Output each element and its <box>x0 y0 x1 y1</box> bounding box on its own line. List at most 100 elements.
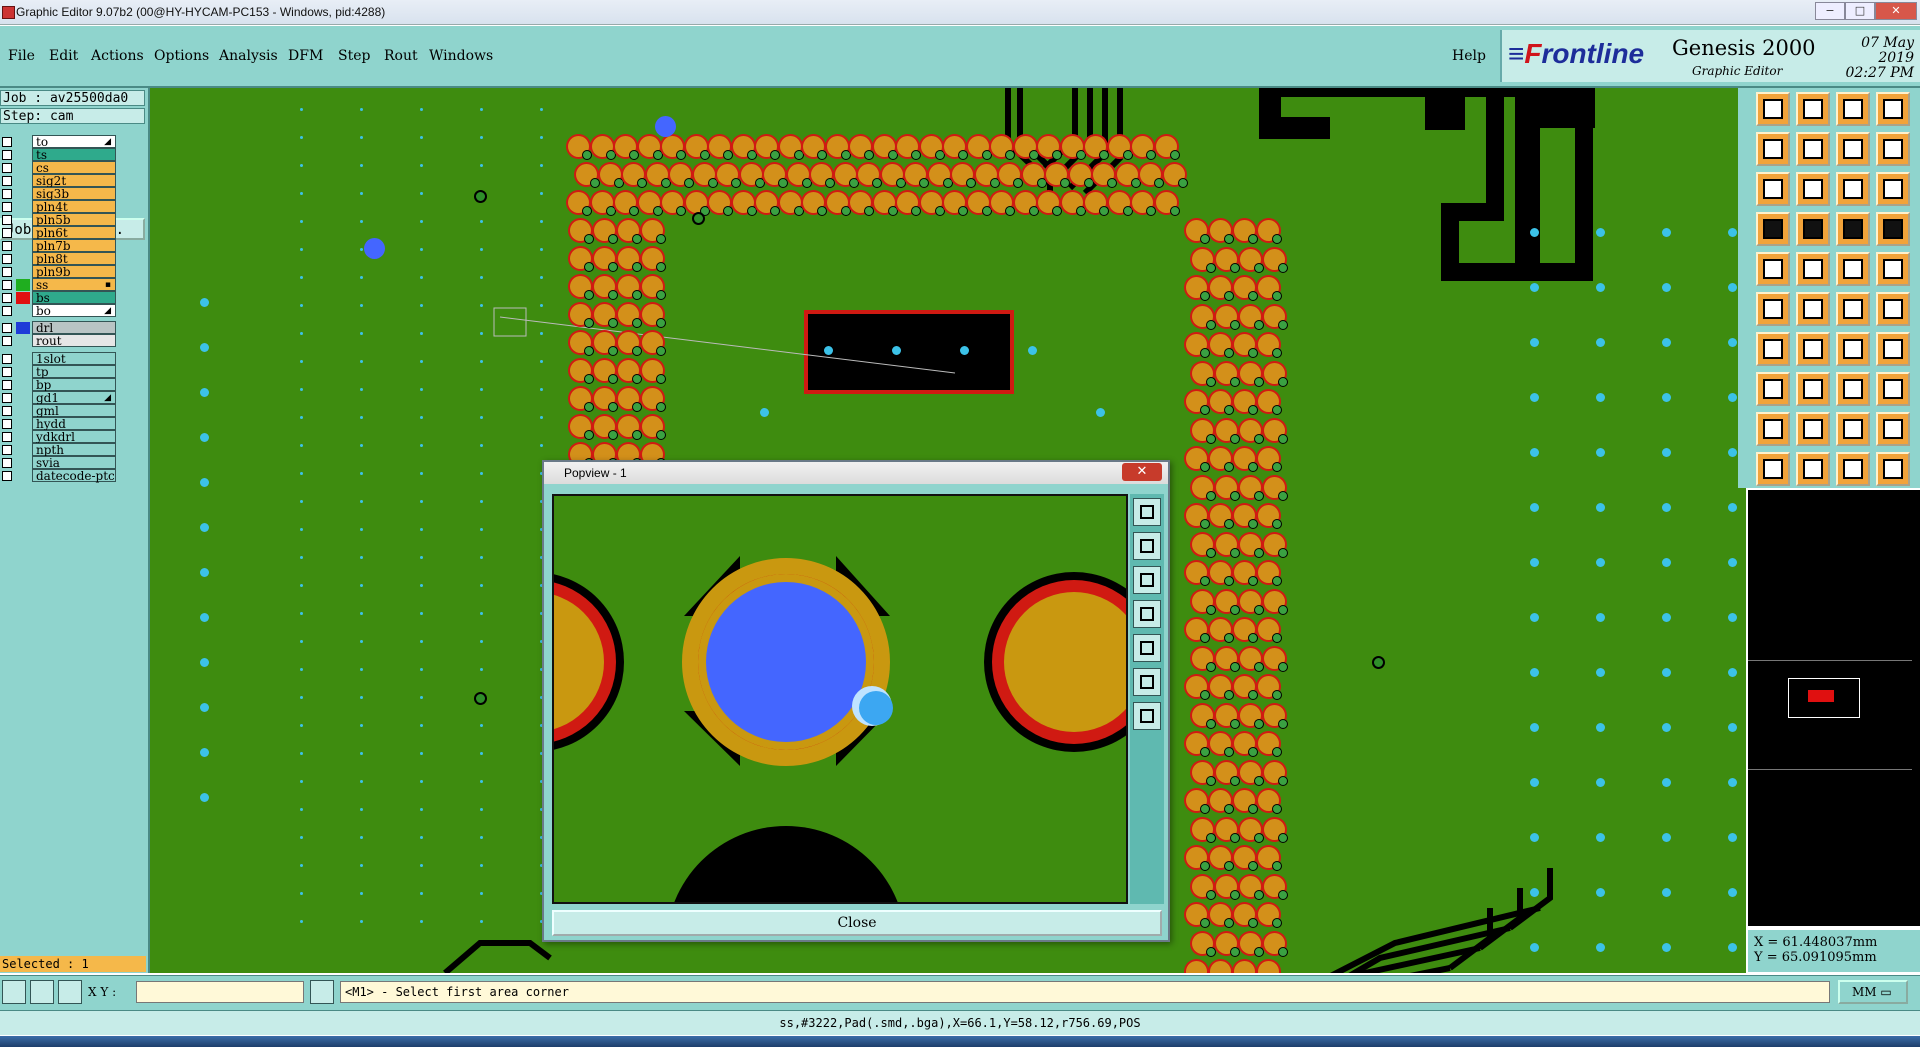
layer-name[interactable]: pln9b <box>32 265 116 278</box>
layer-name[interactable]: to ◢ <box>32 135 116 148</box>
tool-button[interactable] <box>1876 372 1910 406</box>
layer-row-pln9b[interactable]: pln9b <box>0 265 118 279</box>
layer-row-hydd[interactable]: hydd <box>0 417 118 431</box>
layer-name[interactable]: drl <box>32 321 116 334</box>
layer-checkbox[interactable] <box>2 163 12 173</box>
layer-row-bs[interactable]: bs <box>0 291 118 305</box>
layer-checkbox[interactable] <box>2 241 12 251</box>
layer-name[interactable]: bp <box>32 378 116 391</box>
tool-button[interactable] <box>1756 252 1790 286</box>
popview-close-icon[interactable]: ✕ <box>1122 463 1162 481</box>
cursor-icon[interactable] <box>310 980 334 1004</box>
tool-button[interactable] <box>1796 252 1830 286</box>
layer-checkbox[interactable] <box>2 228 12 238</box>
layer-row-bo[interactable]: bo ◢ <box>0 304 118 318</box>
tool-button[interactable] <box>1796 132 1830 166</box>
layer-row-to[interactable]: to ◢ <box>0 135 118 149</box>
layer-checkbox[interactable] <box>2 432 12 442</box>
menu-actions[interactable]: Actions <box>91 48 144 64</box>
tool-button[interactable] <box>1796 212 1830 246</box>
grid-icon[interactable] <box>58 980 82 1004</box>
layer-row-ts[interactable]: ts <box>0 148 118 162</box>
tool-button[interactable] <box>1836 292 1870 326</box>
layer-name[interactable]: sig3b <box>32 187 116 200</box>
layer-checkbox[interactable] <box>2 458 12 468</box>
tool-button[interactable] <box>1836 332 1870 366</box>
tool-button[interactable] <box>1876 172 1910 206</box>
minimize-button[interactable]: − <box>1815 2 1845 20</box>
layer-row-drl[interactable]: drl <box>0 321 118 335</box>
layer-checkbox[interactable] <box>2 293 12 303</box>
layer-name[interactable]: sig2t <box>32 174 116 187</box>
layer-name[interactable]: gml <box>32 404 116 417</box>
layer-row-gd1[interactable]: gd1 ◢ <box>0 391 118 405</box>
tool-button[interactable] <box>1796 92 1830 126</box>
zoom-out-icon[interactable] <box>1133 566 1161 594</box>
layer-checkbox[interactable] <box>2 137 12 147</box>
pan-right-icon[interactable] <box>1133 634 1161 662</box>
tool-button[interactable] <box>1796 372 1830 406</box>
layer-name[interactable]: cs <box>32 161 116 174</box>
unit-selector[interactable]: MM ▭ <box>1838 980 1908 1004</box>
layer-menu-icon[interactable]: ◢ <box>104 305 111 317</box>
measure-icon[interactable] <box>30 980 54 1004</box>
layer-row-bp[interactable]: bp <box>0 378 118 392</box>
layer-name[interactable]: hydd <box>32 417 116 430</box>
menu-help[interactable]: Help <box>1452 48 1486 64</box>
layer-checkbox[interactable] <box>2 419 12 429</box>
layer-name[interactable]: 1slot <box>32 352 116 365</box>
layer-checkbox[interactable] <box>2 267 12 277</box>
layer-row-sig3b[interactable]: sig3b <box>0 187 118 201</box>
tool-button[interactable] <box>1836 372 1870 406</box>
layer-checkbox[interactable] <box>2 176 12 186</box>
layer-checkbox[interactable] <box>2 336 12 346</box>
xy-input[interactable] <box>136 981 304 1003</box>
layer-checkbox[interactable] <box>2 367 12 377</box>
layer-checkbox[interactable] <box>2 445 12 455</box>
tool-button[interactable] <box>1836 412 1870 446</box>
zoom-home-icon[interactable] <box>1133 702 1161 730</box>
layer-name[interactable]: svia <box>32 456 116 469</box>
layer-row-rout[interactable]: rout <box>0 334 118 348</box>
menu-windows[interactable]: Windows <box>429 48 493 64</box>
layer-checkbox[interactable] <box>2 280 12 290</box>
layer-row-ydkdrl[interactable]: ydkdrl <box>0 430 118 444</box>
layer-name[interactable]: pln6t <box>32 226 116 239</box>
tool-button[interactable] <box>1756 292 1790 326</box>
tool-button[interactable] <box>1756 452 1790 486</box>
layer-checkbox[interactable] <box>2 215 12 225</box>
layer-checkbox[interactable] <box>2 150 12 160</box>
layer-row-pln4t[interactable]: pln4t <box>0 200 118 214</box>
layer-name[interactable]: bs <box>32 291 116 304</box>
layer-checkbox[interactable] <box>2 380 12 390</box>
layer-checkbox[interactable] <box>2 354 12 364</box>
layer-name[interactable]: ss ▪ <box>32 278 116 291</box>
menu-rout[interactable]: Rout <box>384 48 418 64</box>
tool-button[interactable] <box>1756 332 1790 366</box>
layer-row-datecode-ptc[interactable]: datecode-ptc <box>0 469 118 483</box>
tool-button[interactable] <box>1836 452 1870 486</box>
layer-checkbox[interactable] <box>2 323 12 333</box>
layer-name[interactable]: rout <box>32 334 116 347</box>
tool-button[interactable] <box>1836 92 1870 126</box>
tool-button[interactable] <box>1876 292 1910 326</box>
zoom-fit-icon[interactable] <box>1133 498 1161 526</box>
tool-button[interactable] <box>1836 172 1870 206</box>
layer-menu-icon[interactable]: ▪ <box>105 279 111 291</box>
tool-button[interactable] <box>1876 412 1910 446</box>
tool-button[interactable] <box>1836 252 1870 286</box>
pan-left-icon[interactable] <box>1133 600 1161 628</box>
layer-checkbox[interactable] <box>2 254 12 264</box>
layer-name[interactable]: pln7b <box>32 239 116 252</box>
tool-button[interactable] <box>1796 412 1830 446</box>
layer-row-pln7b[interactable]: pln7b <box>0 239 118 253</box>
menu-edit[interactable]: Edit <box>49 48 78 64</box>
layer-name[interactable]: gd1 ◢ <box>32 391 116 404</box>
menu-step[interactable]: Step <box>338 48 370 64</box>
layer-name[interactable]: ydkdrl <box>32 430 116 443</box>
zoom-in-icon[interactable] <box>1133 532 1161 560</box>
layer-name[interactable]: pln8t <box>32 252 116 265</box>
tool-button[interactable] <box>1756 172 1790 206</box>
layer-row-sig2t[interactable]: sig2t <box>0 174 118 188</box>
layer-name[interactable]: datecode-ptc <box>32 469 116 482</box>
